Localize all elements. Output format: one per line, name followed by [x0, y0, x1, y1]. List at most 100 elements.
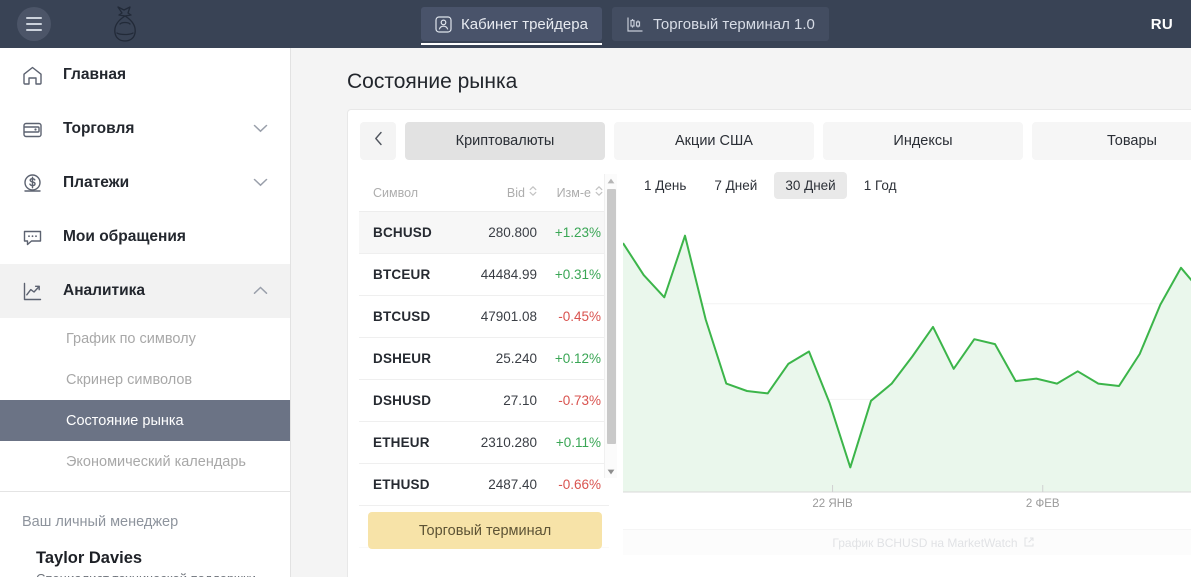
- sidebar-subitem-economic-calendar[interactable]: Экономический календарь: [0, 441, 290, 482]
- period-30-days[interactable]: 30 Дней: [774, 172, 847, 199]
- sidebar-item-payments[interactable]: Платежи: [0, 156, 290, 210]
- period-1-year[interactable]: 1 Год: [853, 172, 908, 199]
- chevron-left-icon: [374, 131, 383, 151]
- chart-footer-note[interactable]: График BCHUSD на MarketWatch: [623, 529, 1191, 555]
- scrollbar-thumb[interactable]: [607, 189, 616, 444]
- sidebar-item-label: Мои обращения: [63, 228, 186, 245]
- cell-change: -0.45%: [558, 309, 601, 324]
- category-tab-us-stocks[interactable]: Акции США: [614, 122, 814, 160]
- table-row[interactable]: BCHUSD 280.800 +1.23%: [359, 212, 609, 254]
- symbols-table: Символ Bid Изм-е BCHUSD 280.800 +1.23% BTCE…: [359, 174, 617, 548]
- sidebar-item-label: Торговля: [63, 120, 135, 137]
- column-header-change[interactable]: Изм-е: [537, 185, 603, 200]
- table-body: BCHUSD 280.800 +1.23% BTCEUR 44484.99 +0.31% B…: [359, 212, 609, 548]
- trending-up-icon: [19, 278, 45, 304]
- cell-bid: 27.10: [503, 393, 537, 408]
- sidebar-subitem-symbol-chart[interactable]: График по символу: [0, 318, 290, 359]
- category-tab-label: Товары: [1107, 133, 1157, 149]
- hamburger-line: [26, 23, 42, 25]
- subitem-label: Экономический календарь: [66, 453, 246, 470]
- period-1-day[interactable]: 1 День: [633, 172, 697, 199]
- cell-symbol: BCHUSD: [373, 225, 432, 240]
- period-label: 7 Дней: [714, 178, 758, 193]
- cell-change: -0.66%: [558, 477, 601, 492]
- sidebar-item-label: Аналитика: [63, 282, 146, 299]
- sidebar-item-label: Главная: [63, 66, 127, 83]
- manager-title: Ваш личный менеджер: [22, 514, 179, 530]
- sort-updown-icon: [595, 185, 603, 200]
- chart-x-axis-labels: 22 ЯНВ 2 ФЕВ: [623, 498, 1191, 518]
- footer-note-label: График BCHUSD на MarketWatch: [832, 535, 1018, 550]
- period-label: 1 Год: [863, 178, 897, 193]
- column-header-symbol: Символ: [373, 185, 419, 200]
- cell-bid: 25.240: [495, 351, 537, 366]
- category-tab-crypto[interactable]: Криптовалюты: [405, 122, 605, 160]
- external-link-icon: [1024, 536, 1034, 550]
- sidebar-subnav: График по символу Скринер символов Состо…: [0, 318, 290, 482]
- home-icon: [19, 62, 45, 88]
- cell-symbol: BTCUSD: [373, 309, 431, 324]
- personal-manager-block: Ваш личный менеджер Taylor Davies Специа…: [0, 492, 290, 577]
- table-row[interactable]: DSHEUR 25.240 +0.12%: [359, 338, 609, 380]
- top-tabs: Кабинет трейдера Торговый терминал 1.0: [421, 0, 829, 48]
- cell-symbol: ETHEUR: [373, 435, 430, 450]
- sidebar-item-my-requests[interactable]: Мои обращения: [0, 210, 290, 264]
- table-row[interactable]: ETHUSD 2487.40 -0.66%: [359, 464, 609, 506]
- sidebar-item-analytics[interactable]: Аналитика: [0, 264, 290, 318]
- hamburger-line: [26, 29, 42, 31]
- wallet-icon: [19, 116, 45, 142]
- table-row[interactable]: ETHEUR 2310.280 +0.11%: [359, 422, 609, 464]
- period-label: 30 Дней: [785, 178, 836, 193]
- sidebar-subitem-symbol-screener[interactable]: Скринер символов: [0, 359, 290, 400]
- hamburger-line: [26, 17, 42, 19]
- category-tab-label: Акции США: [675, 133, 753, 149]
- column-header-change-label: Изм-е: [556, 185, 591, 200]
- chevron-down-icon: [253, 174, 268, 192]
- chart-x-tick-label: 22 ЯНВ: [812, 498, 853, 510]
- table-row[interactable]: BTCUSD 47901.08 -0.45%: [359, 296, 609, 338]
- subitem-label: Состояние рынка: [66, 412, 184, 429]
- category-tab-indices[interactable]: Индексы: [823, 122, 1023, 160]
- sidebar-item-home[interactable]: Главная: [0, 48, 290, 102]
- chevron-up-icon: [253, 282, 268, 300]
- dollar-circle-icon: [19, 170, 45, 196]
- tab-trading-terminal[interactable]: Торговый терминал 1.0: [611, 7, 829, 41]
- category-tab-label: Индексы: [893, 133, 953, 149]
- subitem-label: График по символу: [66, 330, 196, 347]
- cell-bid: 2310.280: [480, 435, 537, 450]
- main-content: Состояние рынка Криптовалюты Акции США И…: [291, 48, 1191, 577]
- chat-bubble-icon: [19, 224, 45, 250]
- table-row[interactable]: BTCEUR 44484.99 +0.31%: [359, 254, 609, 296]
- market-state-panel: Криптовалюты Акции США Индексы Товары Си…: [347, 109, 1191, 577]
- sidebar-item-trading[interactable]: Торговля: [0, 102, 290, 156]
- cell-bid: 280.800: [488, 225, 537, 240]
- chart-area: 1 День 7 Дней 30 Дней 1 Год 22 ЯНВ 2 ФЕВ …: [622, 166, 1191, 577]
- table-row[interactable]: DSHUSD 27.10 -0.73%: [359, 380, 609, 422]
- user-circle-icon: [435, 15, 452, 33]
- candlestick-chart-icon: [626, 16, 644, 33]
- hamburger-menu-icon[interactable]: [17, 7, 51, 41]
- column-header-bid[interactable]: Bid: [475, 185, 537, 200]
- period-selector: 1 День 7 Дней 30 Дней 1 Год: [623, 166, 1191, 199]
- trading-terminal-button[interactable]: Торговый терминал: [368, 512, 602, 549]
- table-header-row: Символ Bid Изм-е: [359, 174, 609, 212]
- period-label: 1 День: [644, 178, 687, 193]
- category-prev-button[interactable]: [360, 122, 396, 160]
- tab-trader-cabinet[interactable]: Кабинет трейдера: [421, 7, 602, 45]
- language-selector[interactable]: RU: [1151, 0, 1173, 48]
- tab-label: Кабинет трейдера: [461, 15, 588, 33]
- money-bag-logo[interactable]: [104, 4, 146, 44]
- sidebar-subitem-market-state[interactable]: Состояние рынка: [0, 400, 290, 441]
- triangle-up-icon[interactable]: [605, 174, 617, 187]
- manager-name: Taylor Davies: [36, 549, 143, 567]
- category-tabs: Криптовалюты Акции США Индексы Товары: [348, 110, 1191, 160]
- cell-change: +0.31%: [554, 267, 601, 282]
- triangle-down-icon[interactable]: [605, 465, 617, 478]
- category-tab-commodities[interactable]: Товары: [1032, 122, 1191, 160]
- period-7-days[interactable]: 7 Дней: [703, 172, 768, 199]
- cell-change: +1.23%: [554, 225, 601, 240]
- cell-symbol: BTCEUR: [373, 267, 431, 282]
- cell-symbol: DSHUSD: [373, 393, 432, 408]
- symbols-scrollbar[interactable]: [604, 174, 617, 478]
- price-area-chart[interactable]: [622, 208, 1191, 498]
